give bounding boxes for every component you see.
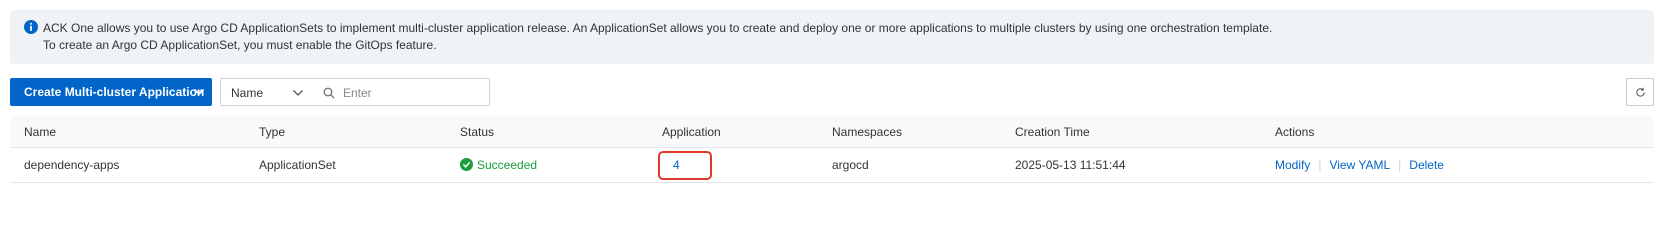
row-status: Succeeded <box>460 148 537 182</box>
column-header-namespaces: Namespaces <box>832 125 903 139</box>
delete-link[interactable]: Delete <box>1409 158 1444 172</box>
info-icon <box>24 20 38 34</box>
action-separator: | <box>1398 158 1402 172</box>
chevron-down-icon <box>293 90 303 96</box>
column-header-application: Application <box>662 125 721 139</box>
column-header-name: Name <box>24 125 57 139</box>
notice-text-line1: ACK One allows you to use Argo CD Applic… <box>43 21 1273 35</box>
chevron-down-icon <box>193 88 205 96</box>
notice-text-line2: To create an Argo CD ApplicationSet, you… <box>43 38 437 52</box>
table-row: dependency-apps ApplicationSet Succeeded… <box>10 148 1654 183</box>
search-icon <box>323 87 335 99</box>
view-yaml-link[interactable]: View YAML <box>1329 158 1390 172</box>
search-input[interactable] <box>343 83 483 103</box>
filter-field-select[interactable]: Name <box>220 78 313 106</box>
filter-field-selected: Name <box>231 86 264 100</box>
search-box <box>312 78 490 106</box>
create-button-label: Create Multi-cluster Application <box>24 85 205 99</box>
status-text: Succeeded <box>477 158 538 172</box>
row-creation-time: 2025-05-13 11:51:44 <box>1015 158 1126 172</box>
action-separator: | <box>1318 158 1322 172</box>
highlight-box <box>658 151 712 180</box>
application-count-link[interactable]: 4 <box>673 148 680 182</box>
row-namespaces: argocd <box>832 158 869 172</box>
modify-link[interactable]: Modify <box>1275 158 1310 172</box>
row-type: ApplicationSet <box>259 158 336 172</box>
column-header-actions: Actions <box>1275 125 1315 139</box>
create-multi-cluster-application-button[interactable]: Create Multi-cluster Application <box>10 78 212 106</box>
refresh-button[interactable] <box>1626 78 1654 106</box>
table-header: Name Type Status Application Namespaces … <box>10 116 1654 148</box>
refresh-icon <box>1636 87 1645 97</box>
column-header-creation-time: Creation Time <box>1015 125 1090 139</box>
applicationset-table: Name Type Status Application Namespaces … <box>10 116 1654 183</box>
info-notice: ACK One allows you to use Argo CD Applic… <box>10 10 1654 64</box>
success-check-icon <box>460 158 473 171</box>
row-actions: Modify | View YAML | Delete <box>1275 148 1444 182</box>
column-header-type: Type <box>259 125 286 139</box>
column-header-status: Status <box>460 125 495 139</box>
row-name: dependency-apps <box>24 158 120 172</box>
